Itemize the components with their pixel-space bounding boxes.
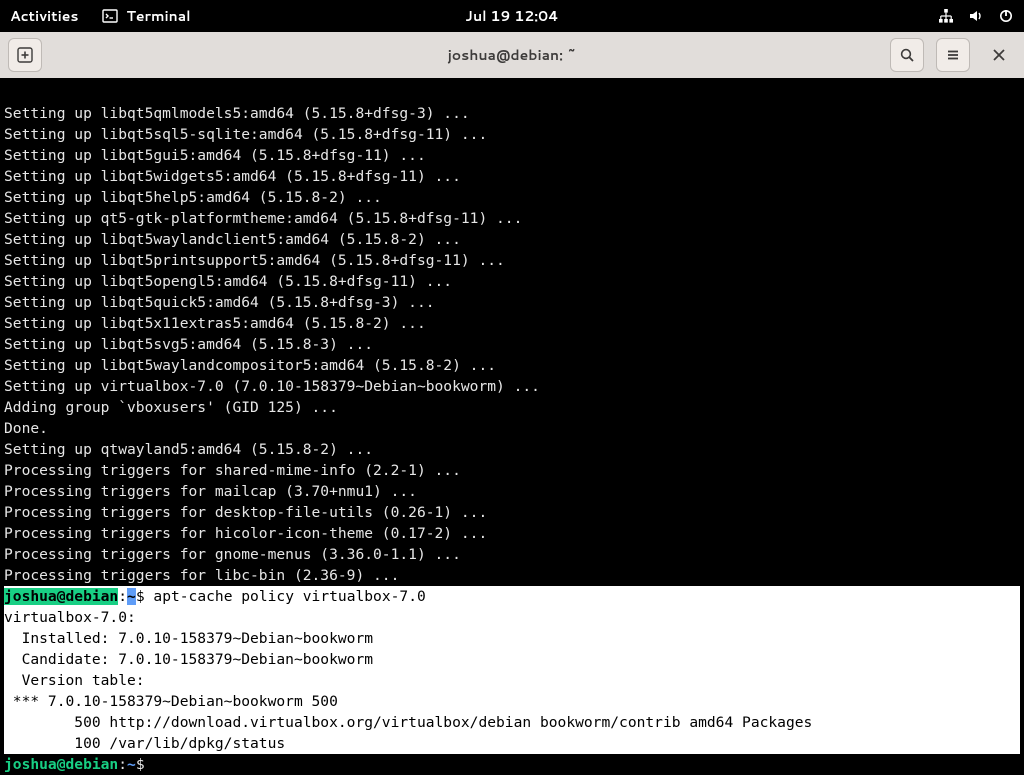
network-icon[interactable] xyxy=(938,8,954,24)
gnome-top-panel: Activities Terminal Jul 19 12:04 xyxy=(0,0,1024,32)
new-tab-button[interactable] xyxy=(8,38,42,72)
activities-button[interactable]: Activities xyxy=(10,6,78,26)
close-button[interactable] xyxy=(982,38,1016,72)
current-app-indicator[interactable]: Terminal xyxy=(102,6,190,26)
highlighted-command-block: joshua@debian:~$ apt-cache policy virtua… xyxy=(4,586,1020,754)
terminal-titlebar: joshua@debian: ~ xyxy=(0,32,1024,78)
command-text: apt-cache policy virtualbox-7.0 xyxy=(153,588,425,605)
menu-button[interactable] xyxy=(936,38,970,72)
terminal-output[interactable]: Setting up libqt5qmlmodels5:amd64 (5.15.… xyxy=(0,78,1024,768)
current-app-label: Terminal xyxy=(126,6,190,26)
terminal-icon xyxy=(102,8,118,24)
search-button[interactable] xyxy=(890,38,924,72)
window-title: joshua@debian: ~ xyxy=(448,45,577,65)
power-icon[interactable] xyxy=(998,8,1014,24)
panel-datetime[interactable]: Jul 19 12:04 xyxy=(465,6,558,26)
terminal-lines: Setting up libqt5qmlmodels5:amd64 (5.15.… xyxy=(4,103,1020,586)
volume-icon[interactable] xyxy=(968,8,984,24)
